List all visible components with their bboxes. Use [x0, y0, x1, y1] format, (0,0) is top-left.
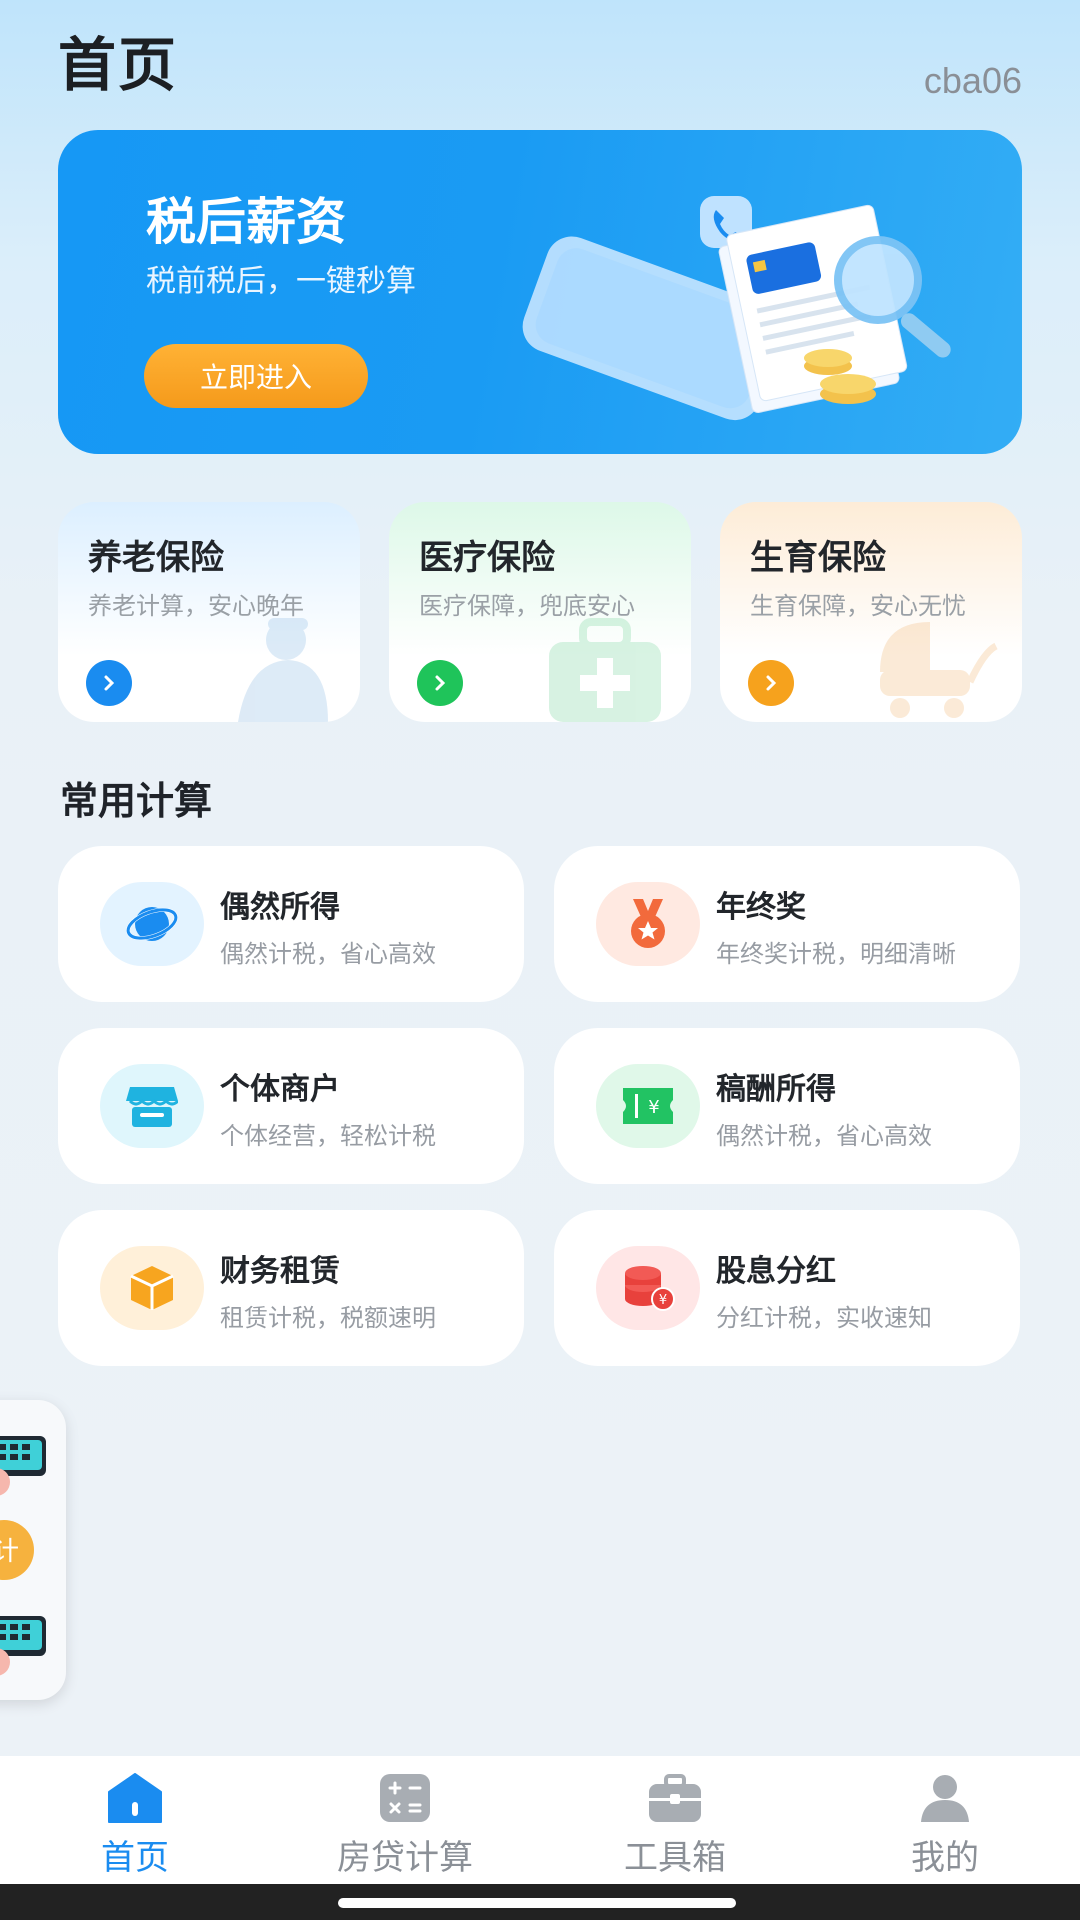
calc-subtitle: 个体经营，轻松计税	[220, 1122, 436, 1150]
shop-icon	[126, 1087, 178, 1127]
calc-icon-bg: ¥	[596, 1246, 700, 1330]
calc-card-financial-leasing[interactable]: 财务租赁 租赁计税，税额速明	[58, 1210, 524, 1366]
section-title: 常用计算	[60, 779, 213, 823]
box-icon	[130, 1266, 174, 1310]
nav-label: 首页	[101, 1838, 169, 1878]
calculator-keyboard-icon[interactable]	[0, 1602, 46, 1678]
calc-title: 稿酬所得	[716, 1072, 836, 1107]
calc-subtitle: 分红计税，实收速知	[716, 1304, 932, 1332]
nav-label: 我的	[911, 1838, 979, 1878]
calc-card-individual-business[interactable]: 个体商户 个体经营，轻松计税	[58, 1028, 524, 1184]
banner-title: 税后薪资	[146, 193, 346, 251]
home-icon	[108, 1773, 162, 1823]
floating-side-panel[interactable]: 计	[0, 1400, 66, 1700]
medical-kit-icon	[549, 618, 661, 722]
calc-title: 年终奖	[716, 890, 806, 925]
svg-text:计: 计	[0, 1537, 19, 1567]
nav-label: 房贷计算	[337, 1838, 473, 1878]
nav-item-profile[interactable]: 我的	[810, 1756, 1080, 1884]
pension-insurance-card[interactable]: 养老保险 养老计算，安心晚年	[58, 502, 360, 722]
svg-text:¥: ¥	[648, 1097, 659, 1118]
maternity-insurance-card[interactable]: 生育保险 生育保障，安心无忧	[720, 502, 1022, 722]
calc-icon-bg	[596, 882, 700, 966]
baby-stroller-icon	[880, 622, 998, 718]
calc-card-author-remuneration[interactable]: ¥ 稿酬所得 偶然计税，省心高效	[554, 1028, 1020, 1184]
card-title: 养老保险	[88, 538, 224, 578]
nav-item-home[interactable]: 首页	[0, 1756, 270, 1884]
chevron-right-icon[interactable]	[417, 660, 463, 706]
calculator-keyboard-icon[interactable]	[0, 1422, 46, 1498]
calc-icon-bg	[100, 882, 204, 966]
calc-title: 股息分红	[716, 1254, 836, 1289]
calc-card-incidental-income[interactable]: 偶然所得 偶然计税，省心高效	[58, 846, 524, 1002]
calc-subtitle: 偶然计税，省心高效	[716, 1122, 932, 1150]
ticket-icon: ¥	[623, 1088, 673, 1124]
calc-subtitle: 偶然计税，省心高效	[220, 940, 436, 968]
chevron-right-icon[interactable]	[86, 660, 132, 706]
enter-now-button[interactable]: 立即进入	[144, 344, 368, 408]
calc-icon-bg	[100, 1246, 204, 1330]
salary-banner[interactable]: 税后薪资 税前税后，一键秒算 立即进入	[58, 130, 1022, 454]
medical-insurance-card[interactable]: 医疗保险 医疗保障，兜底安心	[389, 502, 691, 722]
calc-title: 偶然所得	[220, 890, 340, 925]
page-title: 首页	[58, 31, 179, 99]
home-indicator[interactable]	[338, 1898, 736, 1908]
calc-card-dividends[interactable]: ¥ 股息分红 分红计税，实收速知	[554, 1210, 1020, 1366]
nav-label: 工具箱	[624, 1838, 726, 1878]
calc-subtitle: 年终奖计税，明细清晰	[716, 940, 956, 968]
calc-subtitle: 租赁计税，税额速明	[220, 1304, 436, 1332]
nav-item-mortgage[interactable]: 房贷计算	[270, 1756, 540, 1884]
calc-card-year-end-bonus[interactable]: 年终奖 年终奖计税，明细清晰	[554, 846, 1020, 1002]
chevron-right-icon[interactable]	[748, 660, 794, 706]
coins-icon: ¥	[625, 1266, 675, 1311]
medal-icon	[631, 899, 665, 948]
phone-receipt-illustration	[522, 196, 951, 421]
elderly-person-icon	[238, 618, 328, 722]
calc-icon-bg	[100, 1064, 204, 1148]
calc-title: 个体商户	[220, 1072, 340, 1107]
svg-text:¥: ¥	[659, 1293, 667, 1308]
calculator-icon	[380, 1774, 430, 1822]
nav-item-toolbox[interactable]: 工具箱	[540, 1756, 810, 1884]
toolbox-icon	[649, 1774, 701, 1822]
calc-title: 财务租赁	[220, 1254, 340, 1289]
card-title: 医疗保险	[419, 538, 555, 578]
user-icon	[921, 1775, 969, 1822]
calculate-badge-icon[interactable]: 计	[0, 1512, 46, 1588]
card-title: 生育保险	[750, 538, 886, 578]
banner-subtitle: 税前税后，一键秒算	[146, 264, 416, 299]
calc-icon-bg: ¥	[596, 1064, 700, 1148]
orbit-icon	[126, 907, 178, 941]
user-id-label: cba06	[923, 60, 1022, 101]
bottom-nav: 首页 房贷计算 工具箱 我的	[0, 1756, 1080, 1884]
